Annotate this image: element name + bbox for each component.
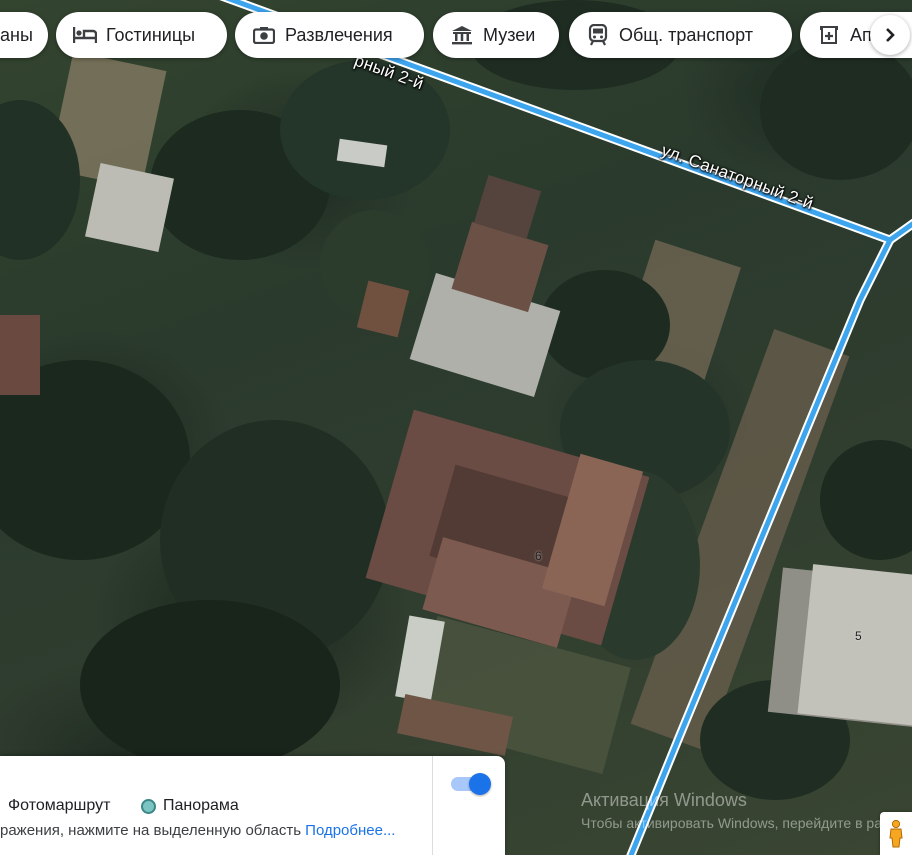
chip-label: Гостиницы [106, 24, 196, 45]
bed-icon [72, 24, 98, 46]
panel-hint: ражения, нажмите на выделенную область П… [0, 822, 430, 839]
street-view-toggle[interactable] [451, 769, 491, 797]
option-label: Фотомаршрут [8, 797, 111, 814]
chevron-right-icon [886, 28, 895, 42]
chip-label: Музеи [483, 24, 536, 45]
toggle-knob [469, 773, 491, 795]
option-panorama[interactable]: Панорама [141, 797, 239, 815]
panel-divider [432, 756, 433, 855]
chip-hotels[interactable]: Гостиницы [56, 12, 227, 58]
museum-icon [449, 24, 475, 46]
chip-label: Развлечения [285, 24, 393, 45]
chip-restaurants[interactable]: аны [0, 12, 48, 58]
chip-label: аны [0, 24, 33, 45]
option-label: Панорама [163, 797, 239, 814]
chip-entertainment[interactable]: Развлечения [235, 12, 424, 58]
chip-transit[interactable]: Общ. транспорт [569, 12, 792, 58]
camera-icon [251, 24, 277, 46]
option-photo-route[interactable]: Фотомаршрут [8, 797, 110, 815]
activation-watermark-subtitle: Чтобы активировать Windows, перейдите в … [581, 815, 881, 831]
chips-next-button[interactable] [870, 15, 910, 55]
chip-museums[interactable]: Музеи [433, 12, 559, 58]
road-lines [219, 0, 912, 855]
satellite-map[interactable]: рный 2-й ул. Санаторный 2-й 6 5 [0, 0, 912, 855]
chip-label: Общ. транспорт [619, 24, 753, 45]
pegman-icon [889, 819, 903, 847]
road-line [225, 0, 893, 855]
transit-icon [585, 24, 611, 46]
house-number: 5 [855, 629, 862, 643]
panorama-dot-icon [141, 798, 156, 814]
category-chips: аны Гостиницы Развлечения Музеи Общ. тра… [0, 12, 912, 60]
more-link[interactable]: Подробнее... [305, 822, 395, 839]
chip-label: Ап [850, 24, 872, 45]
activation-watermark-title: Активация Windows [581, 790, 747, 810]
pharmacy-icon [816, 24, 842, 46]
layers-panel: Фотомаршрут Панорама ражения, нажмите на… [0, 756, 505, 855]
hint-text: ражения, нажмите на выделенную область [0, 822, 306, 839]
pegman-button[interactable] [880, 812, 912, 855]
house-number: 6 [535, 549, 542, 563]
